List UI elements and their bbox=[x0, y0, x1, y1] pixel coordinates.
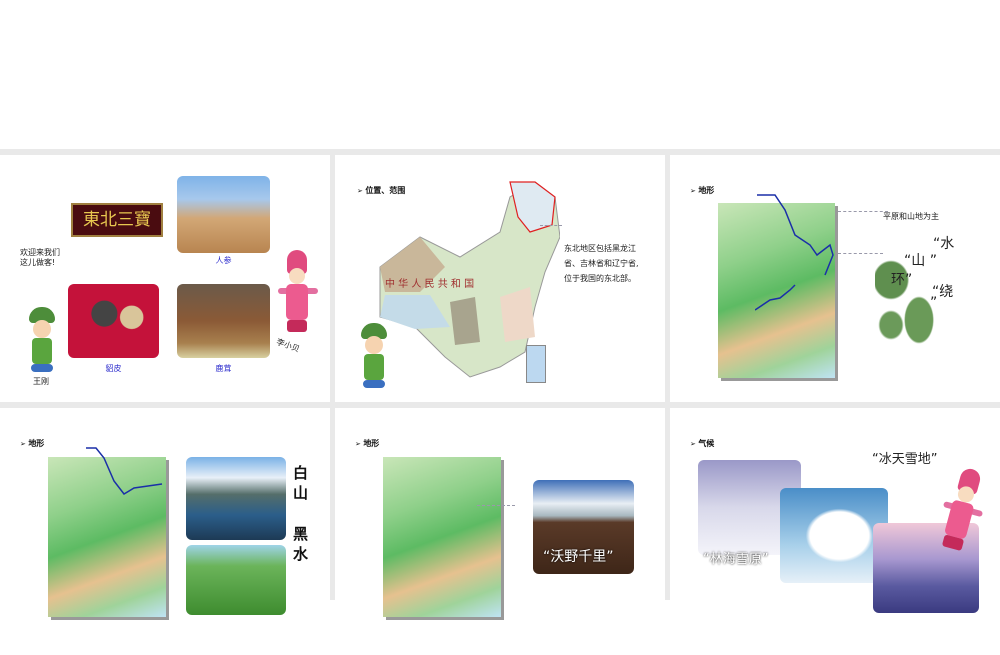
quote-mountain: “山 ” bbox=[904, 253, 937, 269]
slide-heading: 地形 bbox=[355, 438, 379, 449]
desc-line-1: 东北地区包括黑龙江 bbox=[564, 244, 636, 253]
northeast-terrain-map bbox=[383, 457, 501, 617]
slide-2-thumbnail[interactable]: 位置、范围 中 华 人 民 共 和 国 东北地区包括黑龙江省、吉林省和辽宁省,位… bbox=[335, 155, 665, 402]
snow-forest-caption: “林海雪原” bbox=[703, 552, 769, 567]
antler-photo bbox=[177, 284, 270, 358]
top-area bbox=[0, 0, 1000, 149]
welcome-line-1: 欢迎来我们 bbox=[20, 248, 60, 257]
slide-sorter: 東北三寶 欢迎来我们这儿做客! 人参 貂皮 鹿茸 王刚 李小贝 位置、范围 中 … bbox=[0, 149, 1000, 655]
slide-3-thumbnail[interactable]: 地形 平原和山地为主 “水 “山 ” 环” “绕 ” bbox=[670, 155, 1000, 402]
black-water-label: 黑水 bbox=[293, 525, 309, 563]
river-line bbox=[86, 447, 163, 495]
quote-close: ” bbox=[930, 295, 938, 311]
south-sea-inset bbox=[526, 345, 546, 383]
mink-label: 貂皮 bbox=[105, 364, 122, 373]
welcome-text: 欢迎来我们 这儿做客! bbox=[20, 248, 60, 268]
fertile-field-caption: “沃野千里” bbox=[543, 549, 614, 565]
slide-6-thumbnail[interactable]: 气候 “冰天雪地” “林海雪原” bbox=[670, 408, 1000, 655]
boy-character bbox=[359, 323, 389, 393]
black-soil-river-photo bbox=[186, 545, 286, 615]
ginseng-label: 人参 bbox=[215, 256, 232, 265]
ginseng-photo bbox=[177, 176, 270, 253]
quote-ring: 环” bbox=[891, 272, 913, 288]
boy-character bbox=[27, 307, 57, 377]
slide-heading: 地形 bbox=[20, 438, 44, 449]
girl-character bbox=[931, 464, 993, 561]
welcome-line-2: 这儿做客! bbox=[20, 258, 56, 267]
slide-heading: 地形 bbox=[690, 185, 714, 196]
leader-line bbox=[838, 211, 888, 212]
leader-line bbox=[477, 505, 515, 506]
slide-4-thumbnail[interactable]: 地形 白山 黑水 bbox=[0, 408, 330, 655]
map-country-label: 中 华 人 民 共 和 国 bbox=[385, 277, 474, 290]
slide-1-thumbnail[interactable]: 東北三寶 欢迎来我们 这儿做客! 人参 貂皮 鹿茸 王刚 李小贝 bbox=[0, 155, 330, 402]
boy-name: 王刚 bbox=[33, 377, 49, 386]
leader-line bbox=[540, 225, 562, 226]
antler-label: 鹿茸 bbox=[215, 364, 232, 373]
plaque-dongbei-sanbao: 東北三寶 bbox=[71, 203, 163, 237]
slide-5-thumbnail[interactable]: 地形 “沃野千里” bbox=[335, 408, 665, 655]
white-mountain-label: 白山 bbox=[293, 464, 309, 502]
changbai-lake-photo bbox=[186, 457, 286, 540]
girl-character bbox=[278, 250, 318, 340]
terrain-caption: 平原和山地为主 bbox=[883, 212, 939, 221]
slide-heading: 气候 bbox=[690, 438, 714, 449]
desc-line-3: 位于我国的东北部。 bbox=[564, 274, 636, 283]
ice-sculpture-photo bbox=[780, 488, 888, 583]
desc-line-2: 省、吉林省和辽宁省, bbox=[564, 259, 639, 268]
mink-photo bbox=[68, 284, 159, 358]
description-text: 东北地区包括黑龙江 省、吉林省和辽宁省, 位于我国的东北部。 bbox=[564, 241, 639, 286]
ice-snow-caption: “冰天雪地” bbox=[872, 452, 938, 467]
river-line bbox=[755, 194, 834, 311]
